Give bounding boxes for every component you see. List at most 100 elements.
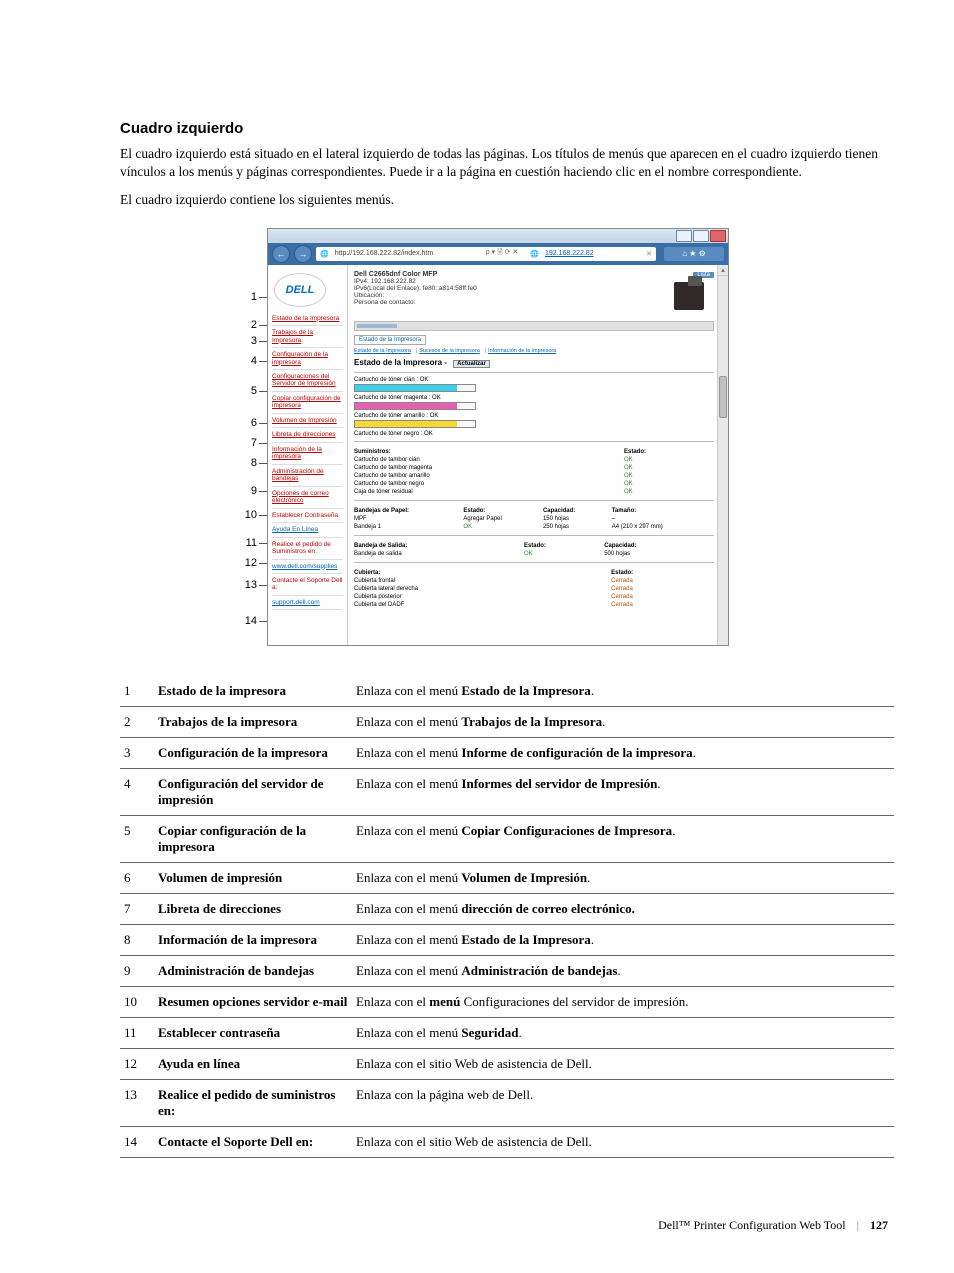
sidebar-item[interactable]: www.dell.com/supplies xyxy=(272,563,343,570)
sidebar-item[interactable]: Estado de la Impresora xyxy=(272,315,343,322)
def-description: Enlaza con el menú Administración de ban… xyxy=(352,955,894,986)
callout-2: 2 xyxy=(227,320,257,331)
intro-paragraph-2: El cuadro izquierdo contiene los siguien… xyxy=(120,191,894,209)
sidebar-item[interactable]: Información de la impresora xyxy=(272,446,343,461)
tab-strip: Estado de la Impresora xyxy=(354,335,714,345)
sidebar-item[interactable]: Administración de bandejas xyxy=(272,468,343,483)
definition-row: 3Configuración de la impresoraEnlaza con… xyxy=(120,737,894,768)
callout-4: 4 xyxy=(227,356,257,367)
toolbar-icons[interactable]: ⌂ ★ ⚙ xyxy=(664,247,724,261)
browser-window: ← → 🌐 http://192.168.222.82/index.htm ρ … xyxy=(267,228,729,646)
definition-row: 6Volumen de impresiónEnlaza con el menú … xyxy=(120,862,894,893)
vertical-scrollbar[interactable]: ▴ xyxy=(717,265,728,645)
sidebar-item[interactable]: Establecer Contraseña xyxy=(272,512,343,519)
toner-cyan-label: Cartucho de tóner cián : OK xyxy=(354,377,714,383)
def-term: Volumen de impresión xyxy=(154,862,352,893)
def-description: Enlaza con el menú Estado de la Impresor… xyxy=(352,676,894,707)
section-heading: Cuadro izquierdo xyxy=(120,120,894,137)
back-button[interactable]: ← xyxy=(272,245,290,263)
sidebar-item[interactable]: Contacte el Soporte Dell a: xyxy=(272,577,343,592)
sidebar-item[interactable]: Configuraciones del Servidor de Impresió… xyxy=(272,373,343,388)
cover-status: Cerrada xyxy=(611,577,714,585)
supply-name: Cartucho de tambor magenta xyxy=(354,464,624,472)
def-description: Enlaza con la página web de Dell. xyxy=(352,1079,894,1126)
toner-black-label: Cartucho de tóner negro : OK xyxy=(354,431,714,437)
refresh-button[interactable]: Actualizar xyxy=(453,360,490,368)
link-info[interactable]: Información de la impresora xyxy=(488,348,556,354)
def-term: Información de la impresora xyxy=(154,924,352,955)
def-description: Enlaza con el menú Informe de configurac… xyxy=(352,737,894,768)
callout-6: 6 xyxy=(227,418,257,429)
max-button[interactable] xyxy=(693,230,709,242)
cover-status: Cerrada xyxy=(611,601,714,609)
sidebar-item[interactable]: Libreta de direcciones xyxy=(272,431,343,438)
def-number: 8 xyxy=(120,924,154,955)
callout-13: 13 xyxy=(227,580,257,591)
def-number: 7 xyxy=(120,893,154,924)
sidebar-item[interactable]: Volumen de Impresión xyxy=(272,417,343,424)
tray-status: OK xyxy=(463,523,543,531)
link-events[interactable]: Sucesos de la impresora xyxy=(419,348,480,354)
def-description: Enlaza con el menú Estado de la Impresor… xyxy=(352,924,894,955)
definition-row: 10Resumen opciones servidor e-mailEnlaza… xyxy=(120,986,894,1017)
definition-row: 5Copiar configuración de la impresoraEnl… xyxy=(120,815,894,862)
dell-logo: DELL xyxy=(274,273,326,307)
def-term: Establecer contraseña xyxy=(154,1017,352,1048)
supply-status: OK xyxy=(624,488,714,496)
intro-paragraph-1: El cuadro izquierdo está situado en el l… xyxy=(120,145,894,181)
definition-row: 7Libreta de direccionesEnlaza con el men… xyxy=(120,893,894,924)
supply-name: Cartucho de tambor cián xyxy=(354,456,624,464)
def-number: 9 xyxy=(120,955,154,986)
status-section-title: Estado de la Impresora - Actualizar xyxy=(354,358,714,368)
def-term: Configuración del servidor de impresión xyxy=(154,768,352,815)
supplies-table: Suministros:Estado: Cartucho de tambor c… xyxy=(354,448,714,496)
min-button[interactable] xyxy=(676,230,692,242)
output-status: OK xyxy=(524,550,604,558)
definition-row: 12Ayuda en líneaEnlaza con el sitio Web … xyxy=(120,1048,894,1079)
forward-button[interactable]: → xyxy=(294,245,312,263)
window-titlebar xyxy=(268,229,728,243)
url-field[interactable]: 🌐 http://192.168.222.82/index.htm ρ ▾ 🗟 … xyxy=(316,247,656,261)
footer-page-number: 127 xyxy=(870,1218,888,1232)
callout-12: 12 xyxy=(227,558,257,569)
sidebar-item[interactable]: Ayuda En Línea xyxy=(272,526,343,533)
definition-row: 13Realice el pedido de suministros en:En… xyxy=(120,1079,894,1126)
callout-14: 14 xyxy=(227,616,257,627)
page-footer: Dell™ Printer Configuration Web Tool | 1… xyxy=(120,1218,894,1233)
sidebar-item[interactable]: Configuración de la impresora xyxy=(272,351,343,366)
horizontal-scroll[interactable] xyxy=(354,321,714,331)
def-number: 13 xyxy=(120,1079,154,1126)
def-description: Enlaza con el menú Configuraciones del s… xyxy=(352,986,894,1017)
cover-name: Cubierta frontal xyxy=(354,577,611,585)
embedded-screenshot: 1234567891011121314 ← → 🌐 http://192.168… xyxy=(267,228,747,646)
sidebar-item[interactable]: Realice el pedido de Suministros en: xyxy=(272,541,343,556)
def-term: Administración de bandejas xyxy=(154,955,352,986)
output-table: Bandeja de Salida: Estado: Capacidad: Ba… xyxy=(354,542,714,558)
sidebar-item[interactable]: Copiar configuración de impresora xyxy=(272,395,343,410)
output-name: Bandeja de salida xyxy=(354,550,524,558)
def-number: 11 xyxy=(120,1017,154,1048)
device-location-label: Ubicación: xyxy=(354,292,477,299)
sidebar-item[interactable]: Trabajos de la Impresora xyxy=(272,329,343,344)
sidebar-item[interactable]: Opciones de correo electrónico xyxy=(272,490,343,505)
tab-printer-status[interactable]: Estado de la Impresora xyxy=(354,335,426,345)
def-number: 14 xyxy=(120,1126,154,1157)
def-number: 2 xyxy=(120,706,154,737)
def-description: Enlaza con el menú dirección de correo e… xyxy=(352,893,894,924)
link-status[interactable]: Estado de la Impresora xyxy=(354,348,411,354)
left-sidebar: DELL Estado de la Impresora Trabajos de l… xyxy=(268,265,348,645)
close-button[interactable] xyxy=(710,230,726,242)
def-number: 1 xyxy=(120,676,154,707)
def-term: Resumen opciones servidor e-mail xyxy=(154,986,352,1017)
toner-yellow-label: Cartucho de tóner amarillo : OK xyxy=(354,413,714,419)
output-capacity: 500 hojas xyxy=(604,550,714,558)
definition-row: 8Información de la impresoraEnlaza con e… xyxy=(120,924,894,955)
def-number: 3 xyxy=(120,737,154,768)
sidebar-item[interactable]: support.dell.com xyxy=(272,599,343,606)
def-number: 10 xyxy=(120,986,154,1017)
tray-status: Agregar Papel xyxy=(463,515,543,523)
def-description: Enlaza con el menú Seguridad. xyxy=(352,1017,894,1048)
footer-separator: | xyxy=(857,1218,859,1232)
callout-5: 5 xyxy=(227,386,257,397)
def-term: Realice el pedido de suministros en: xyxy=(154,1079,352,1126)
